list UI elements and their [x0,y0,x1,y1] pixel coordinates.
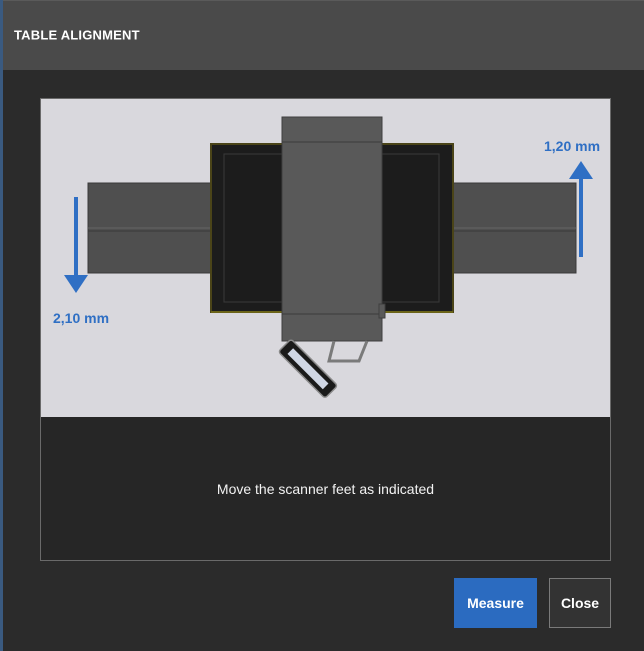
close-button[interactable]: Close [549,578,611,628]
arrow-down-icon [64,197,88,293]
right-foot-rail [450,182,577,274]
scanner-diagram: 2,10 mm 1,20 mm [53,116,600,398]
scanner-gantry [281,116,386,342]
table-alignment-dialog: TABLE ALIGNMENT 2,10 mm 1,20 mm Move the… [0,0,644,651]
left-adjustment-label: 2,10 mm [53,310,109,326]
dialog-title: TABLE ALIGNMENT [14,27,140,43]
scanner-handheld [278,339,369,398]
alignment-panel: 2,10 mm 1,20 mm Move the scanner feet as… [40,98,611,561]
instruction-message: Move the scanner feet as indicated [216,480,435,497]
dialog-titlebar: TABLE ALIGNMENT [3,0,644,70]
scanner-table-illustration: 2,10 mm 1,20 mm [41,99,610,417]
left-foot-rail [87,182,217,274]
measure-button[interactable]: Measure [454,578,537,628]
right-adjustment-label: 1,20 mm [544,138,600,154]
